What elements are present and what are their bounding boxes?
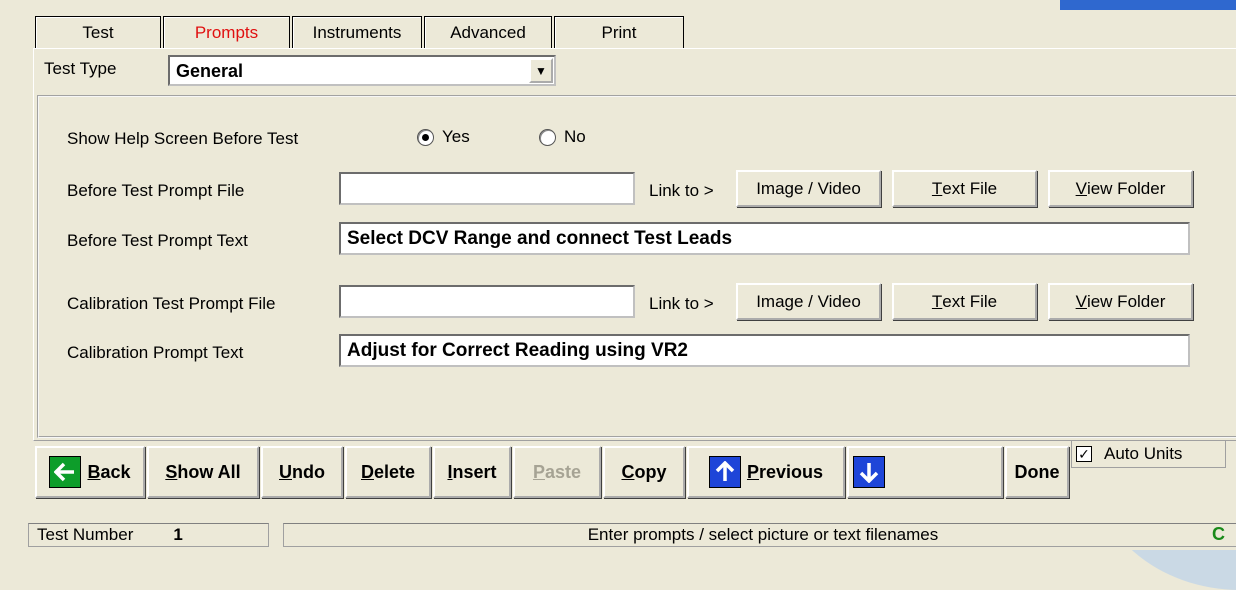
before-prompt-text-label: Before Test Prompt Text (67, 231, 248, 250)
help-no-label: No (564, 127, 586, 146)
test-type-select[interactable]: General ▼ (168, 55, 556, 86)
up-arrow-icon (708, 456, 741, 488)
before-text-file-button[interactable]: Text File (892, 170, 1037, 207)
copy-button[interactable]: Copy (603, 446, 685, 498)
before-view-folder-button[interactable]: View Folder (1048, 170, 1193, 207)
calib-prompt-text-label: Calibration Prompt Text (67, 343, 244, 362)
radio-selected-icon (417, 128, 434, 146)
before-prompt-text-input[interactable]: Select DCV Range and connect Test Leads (339, 222, 1190, 255)
done-button[interactable]: Done (1005, 446, 1069, 498)
help-screen-label: Show Help Screen Before Test (67, 129, 299, 148)
tab-advanced[interactable]: Advanced (424, 16, 552, 49)
checkmark-icon: ✓ (1076, 446, 1092, 462)
calib-link-to-label: Link to > (649, 294, 714, 313)
test-type-label: Test Type (44, 59, 117, 78)
bottom-toolbar: Back Show All Undo Delete Insert Paste C… (35, 446, 1083, 498)
delete-button[interactable]: Delete (345, 446, 431, 498)
tab-strip: Test Prompts Instruments Advanced Print (35, 16, 686, 49)
paste-button[interactable]: Paste (513, 446, 601, 498)
back-button[interactable]: Back (35, 446, 145, 498)
before-image-video-button[interactable]: Image / Video (736, 170, 881, 207)
tab-prompts[interactable]: Prompts (163, 16, 290, 49)
tab-instruments[interactable]: Instruments (292, 16, 422, 49)
tab-test[interactable]: Test (35, 16, 161, 49)
test-number-label: Test Number (37, 525, 134, 544)
test-type-value: General (176, 61, 244, 81)
tab-print[interactable]: Print (554, 16, 684, 49)
down-arrow-icon (853, 456, 885, 488)
calib-prompt-text-input[interactable]: Adjust for Correct Reading using VR2 (339, 334, 1190, 367)
insert-button[interactable]: Insert (433, 446, 511, 498)
before-link-to-label: Link to > (649, 181, 714, 200)
prompts-panel: Test Type General ▼ Show Help Screen Bef… (33, 48, 1236, 441)
test-editor-window: Test Prompts Instruments Advanced Print … (25, 10, 1236, 550)
prompts-group: Show Help Screen Before Test Yes No Befo… (37, 95, 1236, 438)
back-arrow-icon (49, 456, 82, 488)
before-prompt-file-label: Before Test Prompt File (67, 181, 245, 200)
status-message-panel: Enter prompts / select picture or text f… (283, 523, 1236, 547)
next-button[interactable] (847, 446, 1003, 498)
test-number-panel: Test Number 1 (28, 523, 269, 547)
help-yes-label: Yes (442, 127, 470, 146)
calib-text-file-button[interactable]: Text File (892, 283, 1037, 320)
previous-button[interactable]: Previous (687, 446, 845, 498)
dropdown-arrow-icon[interactable]: ▼ (529, 58, 553, 83)
test-number-value: 1 (173, 525, 183, 544)
auto-units-checkbox[interactable]: ✓ Auto Units (1071, 440, 1226, 468)
help-no-radio[interactable]: No (539, 127, 586, 147)
before-prompt-file-input[interactable] (339, 172, 635, 205)
calib-prompt-file-input[interactable] (339, 285, 635, 318)
auto-units-label: Auto Units (1104, 444, 1183, 463)
help-yes-radio[interactable]: Yes (417, 127, 470, 147)
radio-unselected-icon (539, 128, 556, 146)
calib-prompt-file-label: Calibration Test Prompt File (67, 294, 276, 313)
status-indicator: C (1212, 524, 1225, 544)
calib-image-video-button[interactable]: Image / Video (736, 283, 881, 320)
status-message: Enter prompts / select picture or text f… (587, 525, 939, 544)
show-all-button[interactable]: Show All (147, 446, 259, 498)
undo-button[interactable]: Undo (261, 446, 343, 498)
calib-view-folder-button[interactable]: View Folder (1048, 283, 1193, 320)
